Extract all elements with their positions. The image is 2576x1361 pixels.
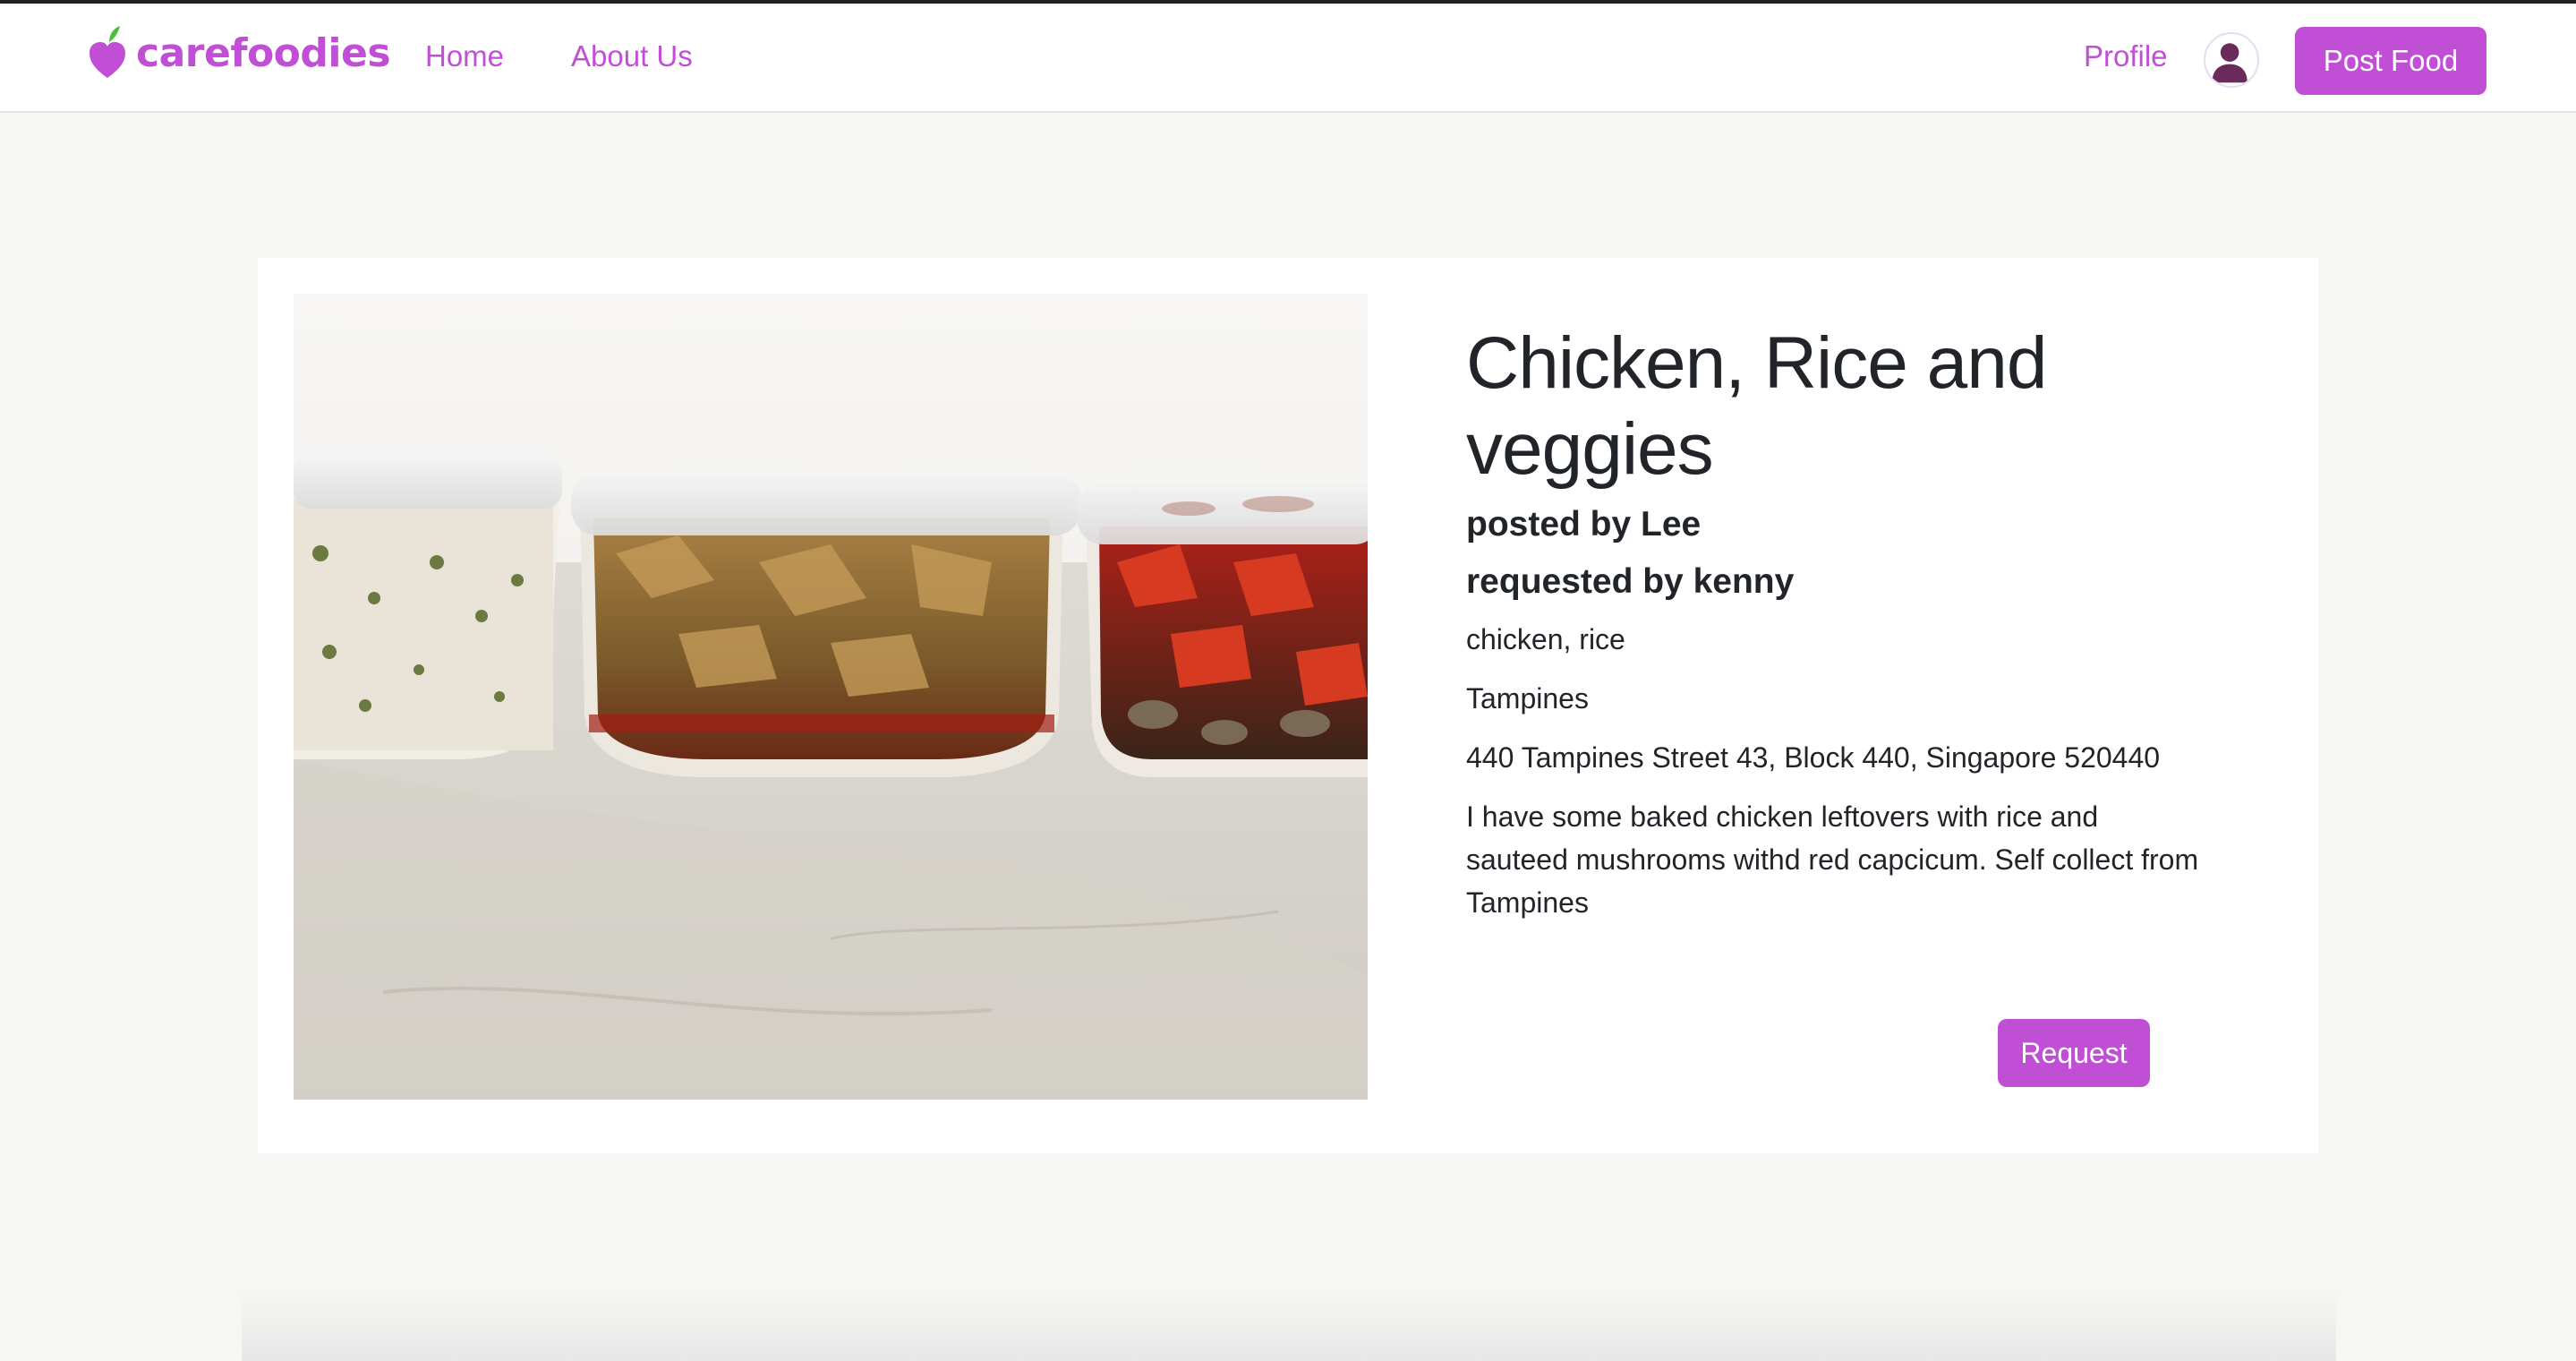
navbar: carefoodies Home About Us Profile Post F… bbox=[0, 4, 2576, 113]
apple-heart-icon bbox=[90, 26, 125, 78]
post-description: I have some baked chicken leftovers with… bbox=[1466, 800, 2199, 919]
brand-name: carefoodies bbox=[136, 30, 391, 76]
brand-logo[interactable]: carefoodies bbox=[88, 21, 391, 84]
food-containers-image bbox=[294, 294, 1368, 1100]
user-silhouette-icon bbox=[2212, 43, 2248, 83]
nav-about-link[interactable]: About Us bbox=[571, 39, 693, 73]
posted-by: posted by Lee bbox=[1466, 505, 1702, 544]
nav-profile-link[interactable]: Profile bbox=[2084, 39, 2168, 73]
requested-by: requested by kenny bbox=[1466, 562, 1795, 601]
pickup-address: 440 Tampines Street 43, Block 440, Singa… bbox=[1466, 741, 2161, 774]
request-button[interactable]: Request bbox=[1998, 1019, 2150, 1087]
post-title: Chicken, Rice and veggies bbox=[1466, 322, 2047, 490]
post-food-button[interactable]: Post Food bbox=[2295, 27, 2486, 95]
user-avatar-icon[interactable] bbox=[2204, 32, 2259, 88]
food-post-card: Chicken, Rice and veggies posted by Lee … bbox=[258, 258, 2318, 1153]
nav-home-link[interactable]: Home bbox=[425, 39, 504, 73]
ingredients: chicken, rice bbox=[1466, 623, 1625, 655]
pickup-area: Tampines bbox=[1466, 682, 1589, 715]
footer-shadow bbox=[242, 1289, 2336, 1361]
food-photo bbox=[294, 294, 1368, 1100]
post-details: Chicken, Rice and veggies posted by Lee … bbox=[1466, 321, 2200, 924]
